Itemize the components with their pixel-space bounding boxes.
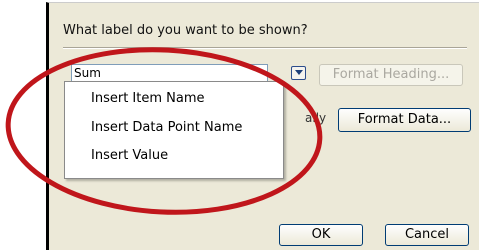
menu-item-insert-item-name[interactable]: Insert Item Name [91, 91, 205, 106]
prompt-label: What label do you want to be shown? [63, 23, 308, 38]
cancel-button[interactable]: Cancel [385, 224, 469, 246]
menu-item-insert-value[interactable]: Insert Value [91, 148, 168, 163]
insert-dropdown-menu: Insert Item Name Insert Data Point Name … [64, 81, 284, 179]
menu-item-insert-data-point-name[interactable]: Insert Data Point Name [91, 120, 242, 135]
divider [63, 47, 467, 49]
chevron-down-icon [295, 70, 303, 75]
format-heading-button[interactable]: Format Heading... [319, 64, 463, 86]
label-input[interactable]: Sum [71, 64, 268, 82]
insert-menu-button[interactable] [291, 66, 306, 80]
format-data-button[interactable]: Format Data... [338, 108, 471, 132]
obscured-text: ally [305, 111, 327, 125]
ok-button[interactable]: OK [279, 224, 363, 246]
